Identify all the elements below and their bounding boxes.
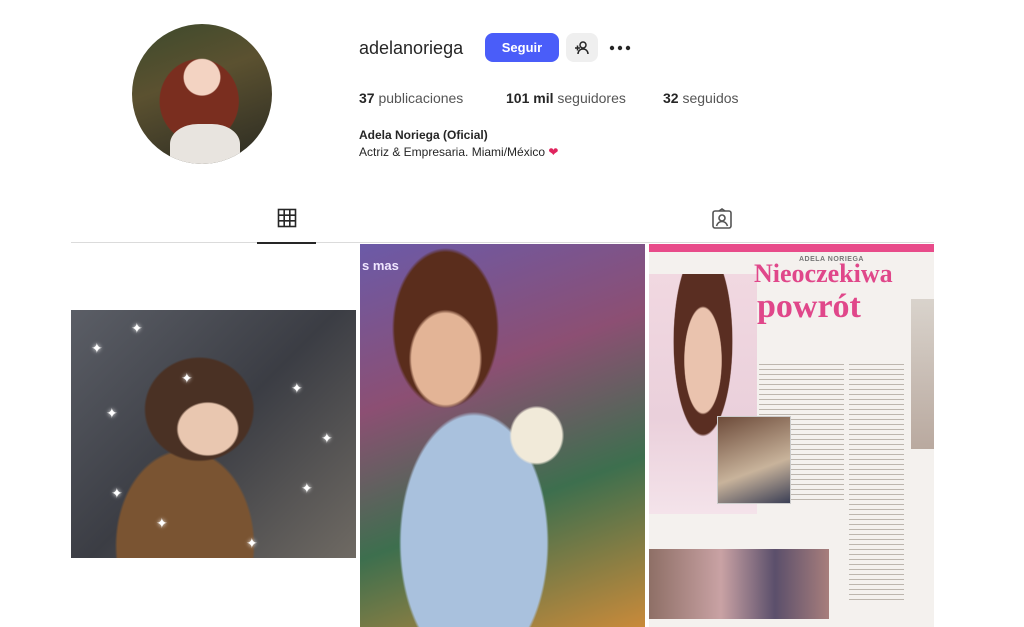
profile-full-name: Adela Noriega (Oficial): [359, 128, 488, 142]
sparkle-icon: ✦: [246, 535, 258, 551]
magazine-photo: [911, 299, 934, 449]
profile-avatar[interactable]: [132, 24, 272, 164]
magazine-photo: [717, 416, 791, 504]
more-options-button[interactable]: [606, 33, 634, 62]
tab-posts[interactable]: [257, 208, 316, 244]
sparkle-icon: ✦: [131, 320, 143, 336]
suggested-accounts-button[interactable]: [566, 33, 598, 62]
followers-count: 101 mil: [506, 90, 554, 106]
sparkle-icon: ✦: [291, 380, 303, 396]
following-label: seguidos: [682, 90, 739, 106]
add-person-icon: [575, 40, 589, 54]
post-overlay-text: s mas: [362, 258, 399, 273]
tabs-divider: [71, 242, 934, 243]
sparkle-icon: ✦: [91, 340, 103, 356]
active-tab-underline: [257, 242, 316, 244]
stat-following[interactable]: 32 seguidos: [663, 90, 739, 106]
sparkle-icon: ✦: [111, 485, 123, 501]
more-dots-icon: [609, 45, 631, 50]
magazine-headline: powrót: [757, 288, 861, 325]
sparkle-icon: ✦: [321, 430, 333, 446]
follow-button[interactable]: Seguir: [485, 33, 559, 62]
magazine-photo: [649, 549, 829, 619]
stat-followers[interactable]: 101 mil seguidores: [506, 90, 626, 106]
stat-posts: 37 publicaciones: [359, 90, 463, 106]
tab-tagged[interactable]: [706, 208, 738, 238]
posts-label: publicaciones: [378, 90, 464, 106]
sparkle-icon: ✦: [301, 480, 313, 496]
following-count: 32: [663, 90, 679, 106]
avatar-shirt: [170, 124, 240, 164]
heart-icon: ❤: [548, 145, 559, 159]
profile-username: adelanoriega: [359, 38, 464, 58]
grid-icon: [277, 208, 296, 228]
profile-bio: Actriz & Empresaria. Miami/México ❤: [359, 145, 558, 159]
sparkle-icon: ✦: [181, 370, 193, 386]
bio-text: Actriz & Empresaria. Miami/México: [359, 145, 546, 159]
post-thumbnail-3[interactable]: ADELA NORIEGA Nieoczekiwa powrót: [649, 244, 934, 627]
post-thumbnail-1[interactable]: ✦ ✦ ✦ ✦ ✦ ✦ ✦ ✦ ✦ ✦: [71, 310, 356, 558]
post-thumbnail-2[interactable]: s mas: [360, 244, 645, 627]
followers-label: seguidores: [557, 90, 626, 106]
magazine-banner: [649, 244, 934, 252]
sparkle-icon: ✦: [156, 515, 168, 531]
magazine-text-column: [849, 364, 904, 604]
tagged-user-icon: [712, 208, 732, 229]
posts-count: 37: [359, 90, 375, 106]
sparkle-icon: ✦: [106, 405, 118, 421]
magazine-headline: Nieoczekiwa: [754, 259, 893, 288]
